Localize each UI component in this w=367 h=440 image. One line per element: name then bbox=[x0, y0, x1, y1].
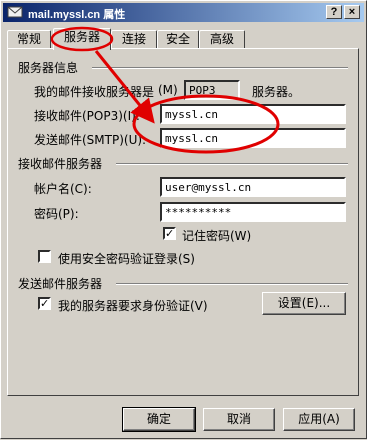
group-divider bbox=[116, 163, 348, 165]
help-button[interactable]: ? bbox=[326, 5, 342, 19]
remember-password-label[interactable]: 记住密码(W) bbox=[182, 227, 251, 244]
spa-label[interactable]: 使用安全密码验证登录(S) bbox=[58, 250, 195, 267]
incoming-type-suffix: 服务器。 bbox=[252, 85, 301, 99]
auth-required-checkbox[interactable]: ✓ bbox=[38, 297, 51, 310]
tab-servers[interactable]: 服务器 bbox=[53, 28, 111, 50]
auth-required-label[interactable]: 我的服务器要求身份验证(V) bbox=[58, 297, 208, 314]
group-divider bbox=[116, 283, 348, 285]
account-label: 帐户名(C): bbox=[34, 182, 92, 196]
properties-dialog: mail.myssl.cn 属性 ? × 常规 服务器 连接 安全 高级 服务器… bbox=[0, 0, 367, 439]
incoming-server-group-title: 接收邮件服务器 bbox=[18, 157, 103, 171]
pop3-input[interactable]: myssl.cn bbox=[160, 104, 346, 124]
settings-button[interactable]: 设置(E)... bbox=[262, 292, 346, 315]
checkmark-icon: ✓ bbox=[40, 297, 50, 310]
server-info-group-title: 服务器信息 bbox=[18, 61, 79, 75]
smtp-label: 发送邮件(SMTP)(U): bbox=[34, 133, 147, 147]
smtp-input[interactable]: myssl.cn bbox=[160, 128, 346, 148]
window-title: mail.myssl.cn 属性 bbox=[28, 9, 126, 21]
spa-checkbox[interactable] bbox=[38, 250, 51, 263]
group-divider bbox=[92, 67, 348, 69]
incoming-type-field: POP3 bbox=[184, 80, 240, 100]
ok-button[interactable]: 确定 bbox=[122, 407, 196, 432]
account-input[interactable]: user@myssl.cn bbox=[160, 177, 346, 197]
apply-button[interactable]: 应用(A) bbox=[283, 408, 355, 431]
tab-connection[interactable]: 连接 bbox=[111, 30, 157, 48]
pop3-label: 接收邮件(POP3)(I): bbox=[34, 109, 140, 123]
password-input[interactable]: ********** bbox=[160, 202, 346, 222]
tab-advanced[interactable]: 高级 bbox=[199, 30, 245, 48]
outgoing-server-group-title: 发送邮件服务器 bbox=[18, 277, 103, 291]
title-bar[interactable]: mail.myssl.cn 属性 ? × bbox=[3, 3, 364, 22]
servers-tab-panel: 服务器信息 我的邮件接收服务器是 (M) POP3 服务器。 接收邮件(POP3… bbox=[7, 48, 359, 396]
cancel-button[interactable]: 取消 bbox=[203, 408, 275, 431]
remember-password-checkbox[interactable]: ✓ bbox=[163, 227, 176, 240]
checkmark-icon: ✓ bbox=[165, 227, 175, 240]
incoming-type-label: 我的邮件接收服务器是 bbox=[34, 85, 155, 99]
tab-general[interactable]: 常规 bbox=[7, 30, 51, 48]
close-button[interactable]: × bbox=[344, 5, 360, 19]
incoming-type-accel: (M) bbox=[158, 83, 178, 97]
tab-security[interactable]: 安全 bbox=[157, 30, 199, 48]
password-label: 密码(P): bbox=[34, 207, 79, 221]
mail-account-icon bbox=[7, 6, 23, 18]
